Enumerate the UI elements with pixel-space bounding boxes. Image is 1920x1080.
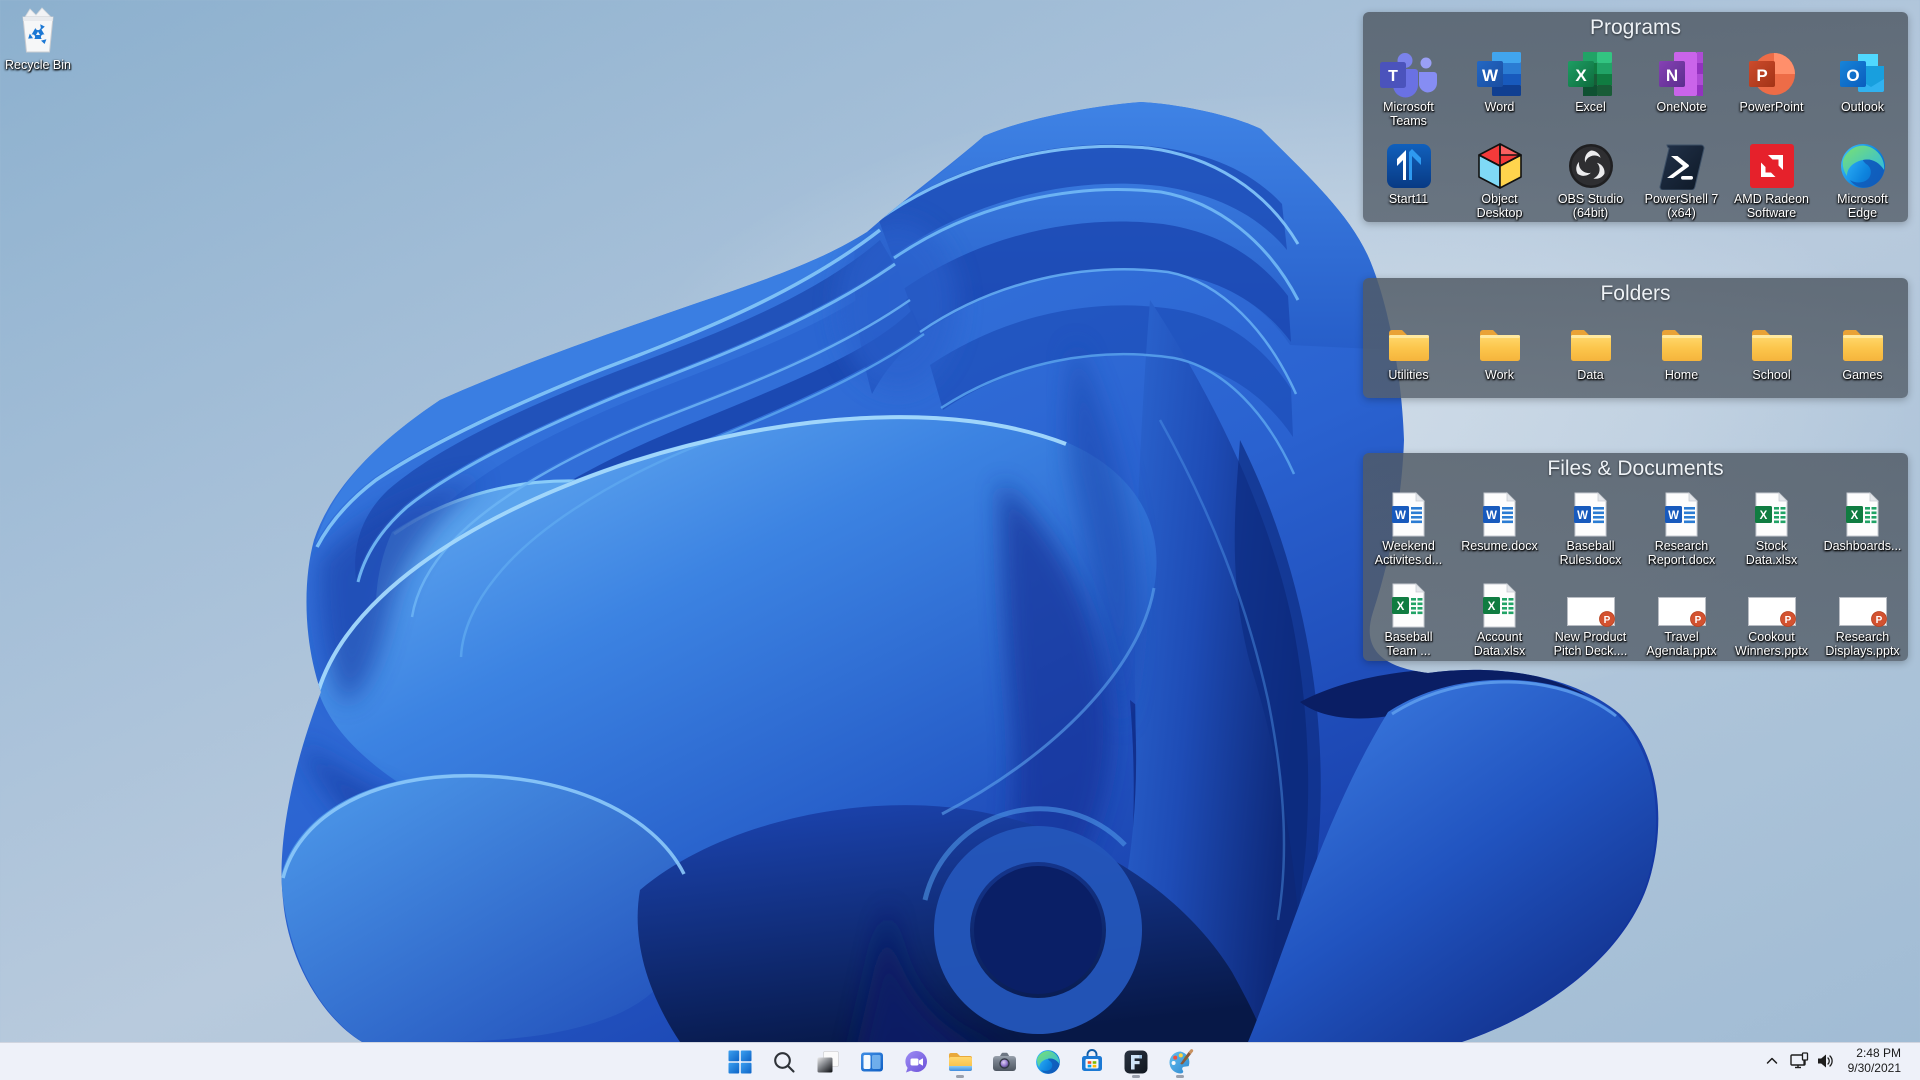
svg-text:P: P: [1756, 66, 1767, 85]
svg-text:P: P: [1694, 615, 1701, 626]
svg-text:W: W: [1668, 510, 1679, 522]
svg-text:N: N: [1665, 66, 1677, 85]
svg-text:X: X: [1397, 601, 1405, 613]
svg-text:T: T: [1388, 68, 1398, 85]
svg-text:W: W: [1481, 66, 1498, 85]
svg-text:X: X: [1760, 510, 1768, 522]
svg-text:X: X: [1575, 66, 1587, 85]
svg-text:P: P: [1784, 615, 1791, 626]
svg-text:P: P: [1603, 615, 1610, 626]
svg-text:P: P: [1875, 615, 1882, 626]
svg-text:W: W: [1395, 510, 1406, 522]
svg-text:W: W: [1486, 510, 1497, 522]
svg-text:O: O: [1846, 66, 1859, 85]
svg-text:X: X: [1851, 510, 1859, 522]
svg-text:X: X: [1488, 601, 1496, 613]
svg-text:W: W: [1577, 510, 1588, 522]
